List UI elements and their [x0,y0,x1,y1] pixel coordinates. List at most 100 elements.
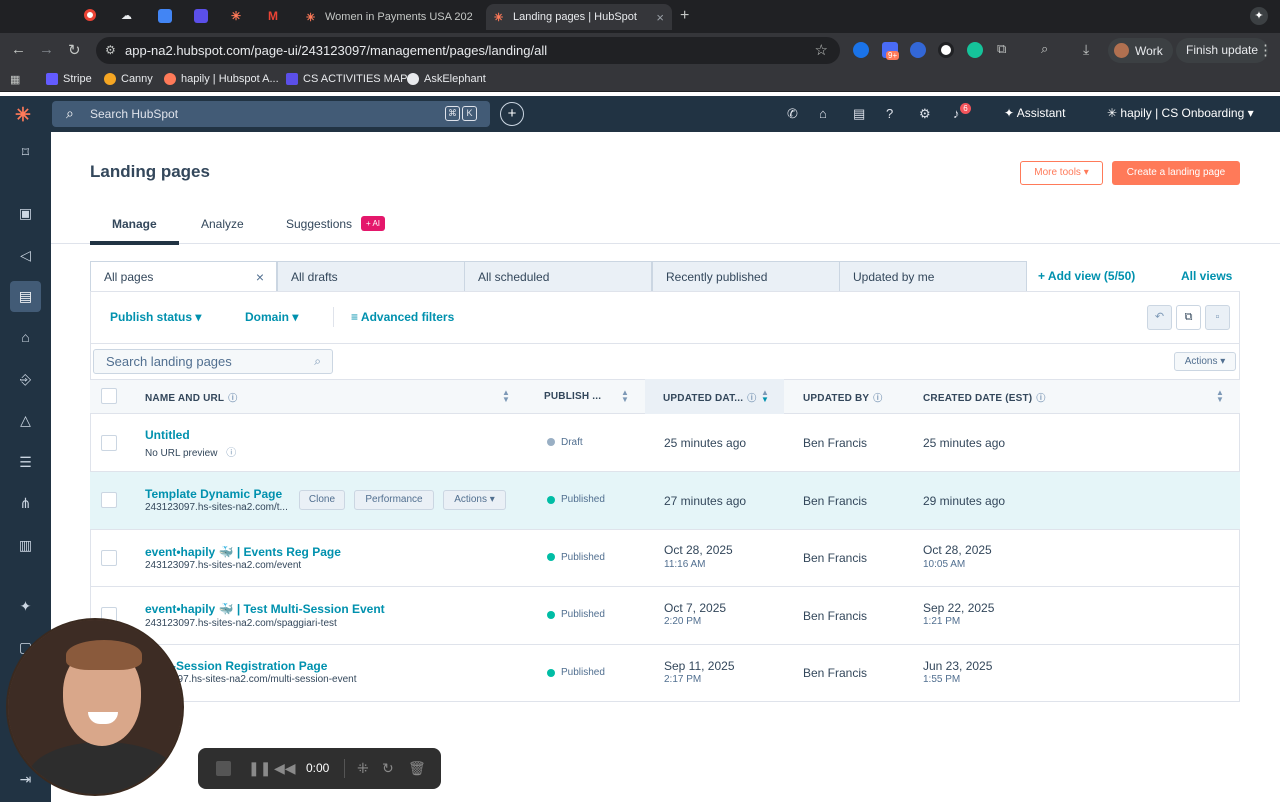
commerce-icon[interactable]: ⌂ [10,322,41,353]
pinned-tab-icon[interactable]: ☁ [121,9,135,23]
account-menu[interactable]: ✳ hapily | CS Onboarding ▾ [1107,106,1254,120]
sort-icon[interactable]: ▲ ▼ [621,389,629,404]
forward-icon[interactable]: → [39,41,54,58]
clone-view-icon[interactable]: ⧉ [1176,305,1201,330]
column-name-and-url[interactable]: NAME AND URL ⓘ [145,391,237,404]
site-info-icon[interactable]: ⚙ [105,43,116,57]
view-tab-updated-by-me[interactable]: Updated by me [839,261,1027,292]
bookmark-hapily[interactable]: hapily | Hubspot A... [164,73,279,85]
drawing-grid-icon[interactable]: ⁜ [357,760,369,777]
menu-icon[interactable]: ⋮ [1258,41,1273,59]
page-name-link[interactable]: Untitled [145,428,190,442]
reporting-icon[interactable]: ▥ [10,530,41,561]
service-icon[interactable]: ⎆ [10,364,41,395]
hubspot-logo-icon[interactable]: ✳ [15,104,31,127]
assistant-button[interactable]: ✦ Assistant [1004,106,1065,120]
tab-manage[interactable]: Manage [112,217,157,231]
row-checkbox[interactable] [101,550,117,566]
sort-icon[interactable]: ▲ ▼ [1216,389,1224,404]
address-bar[interactable]: ⚙ app-na2.hubspot.com/page-ui/243123097/… [96,37,840,64]
view-tab-recently-published[interactable]: Recently published [652,261,840,292]
sort-icon[interactable]: ▲ ▼ [502,389,510,404]
bookmarks-icon[interactable]: ⌑ [10,137,41,168]
tab-search-icon[interactable]: ⌕ [1041,41,1048,57]
content-icon[interactable]: ▤ [10,281,41,312]
academy-icon[interactable]: ⌂ [819,106,827,121]
view-tab-all-pages[interactable]: All pages × [90,261,277,292]
global-search[interactable]: ⌕ Search HubSpot ⌘ K [52,101,490,127]
pinned-tab-icon[interactable]: ✳ [231,9,245,23]
create-landing-page-button[interactable]: Create a landing page [1112,161,1240,185]
apps-grid-icon[interactable]: ▦ [10,73,20,86]
pinned-tab-icon[interactable] [158,9,172,23]
tab-analyze[interactable]: Analyze [201,217,244,231]
new-tab-icon[interactable]: + [680,7,689,25]
reload-icon[interactable]: ↻ [68,41,81,59]
automation-icon[interactable]: △ [10,405,41,436]
search-input[interactable] [94,350,294,373]
tab-landing-pages[interactable]: ✳ Landing pages | HubSpot × [486,4,672,30]
row-checkbox[interactable] [101,435,117,451]
column-updated-by[interactable]: UPDATED BY ⓘ [803,391,882,404]
bulk-actions-button[interactable]: Actions ▾ [1174,352,1236,371]
contacts-icon[interactable]: ▣ [10,198,41,229]
publish-status-filter[interactable]: Publish status ▾ [110,310,201,324]
row-actions-button[interactable]: Actions ▾ [443,490,506,510]
bookmark-canny[interactable]: Canny [104,73,153,85]
save-view-icon[interactable]: ▫ [1205,305,1230,330]
pause-icon[interactable]: ❚❚ [248,760,271,777]
extension-icon[interactable] [910,42,926,58]
tab-suggestions[interactable]: Suggestions [286,217,352,231]
page-name-link[interactable]: -Session Registration Page [172,659,327,673]
reset-view-icon[interactable]: ↶ [1147,305,1172,330]
profile-button[interactable]: Work [1108,38,1173,63]
page-name-link[interactable]: Template Dynamic Page [145,487,282,501]
download-icon[interactable]: ⤓ [1083,41,1089,58]
bookmark-stripe[interactable]: Stripe [46,73,92,85]
extensions-puzzle-icon[interactable]: ⧉ [997,41,1006,57]
phone-icon[interactable]: ✆ [787,106,798,122]
advanced-filters-button[interactable]: ≡ Advanced filters [351,310,454,324]
close-tab-icon[interactable]: × [473,10,480,25]
column-created-date[interactable]: CREATED DATE (EST) ⓘ [923,391,1046,404]
all-views-link[interactable]: All views [1181,269,1232,283]
extension-icon[interactable] [853,42,869,58]
rewind-icon[interactable]: ◀◀ [274,760,296,777]
close-view-icon[interactable]: × [256,262,264,292]
grammarly-icon[interactable] [967,42,983,58]
page-name-link[interactable]: event•hapily 🐳 | Test Multi-Session Even… [145,602,385,616]
bookmark-cs-activities[interactable]: CS ACTIVITIES MAP [286,73,408,85]
pinned-tab-icon[interactable] [194,9,208,23]
add-view-button[interactable]: + Add view (5/50) [1038,269,1135,283]
column-updated-date[interactable]: UPDATED DAT... ⓘ [663,391,756,404]
breeze-icon[interactable]: ✦ [10,591,41,622]
settings-gear-icon[interactable]: ⚙ [919,106,931,122]
sort-desc-icon[interactable]: ▲ ▼ [761,389,769,404]
domain-filter[interactable]: Domain ▾ [245,310,298,324]
view-tab-all-scheduled[interactable]: All scheduled [464,261,652,292]
data-icon[interactable]: ☰ [10,447,41,478]
back-icon[interactable]: ← [11,41,26,58]
pinned-tab-icon[interactable] [84,9,98,23]
column-publish-status[interactable]: PUBLISH ... [544,391,601,402]
page-name-link[interactable]: event•hapily 🐳 | Events Reg Page [145,545,341,559]
restart-icon[interactable]: ↻ [382,760,394,777]
finish-update-button[interactable]: Finish update [1176,38,1269,63]
trash-icon[interactable]: 🗑 [408,760,426,777]
row-checkbox[interactable] [101,492,117,508]
partners-icon[interactable]: ⋔ [10,488,41,519]
webcam-bubble[interactable] [6,618,184,796]
marketplace-icon[interactable]: ▤ [853,106,865,122]
gemini-icon[interactable]: ✦ [1250,7,1268,25]
bookmark-askelephant[interactable]: AskElephant [407,73,486,85]
tab-women-in-payments[interactable]: ✳ Women in Payments USA 202 × [298,4,480,30]
close-tab-icon[interactable]: × [648,10,664,25]
select-all-checkbox[interactable] [101,388,117,404]
clone-button[interactable]: Clone [299,490,345,510]
notifications-bell-icon[interactable]: ♪ [953,106,960,121]
search-landing-pages[interactable]: ⌕ [93,349,333,374]
marketing-icon[interactable]: ◁ [10,240,41,271]
table-row[interactable] [90,644,1240,702]
performance-button[interactable]: Performance [354,490,434,510]
gmail-tab-icon[interactable]: M [268,9,282,23]
